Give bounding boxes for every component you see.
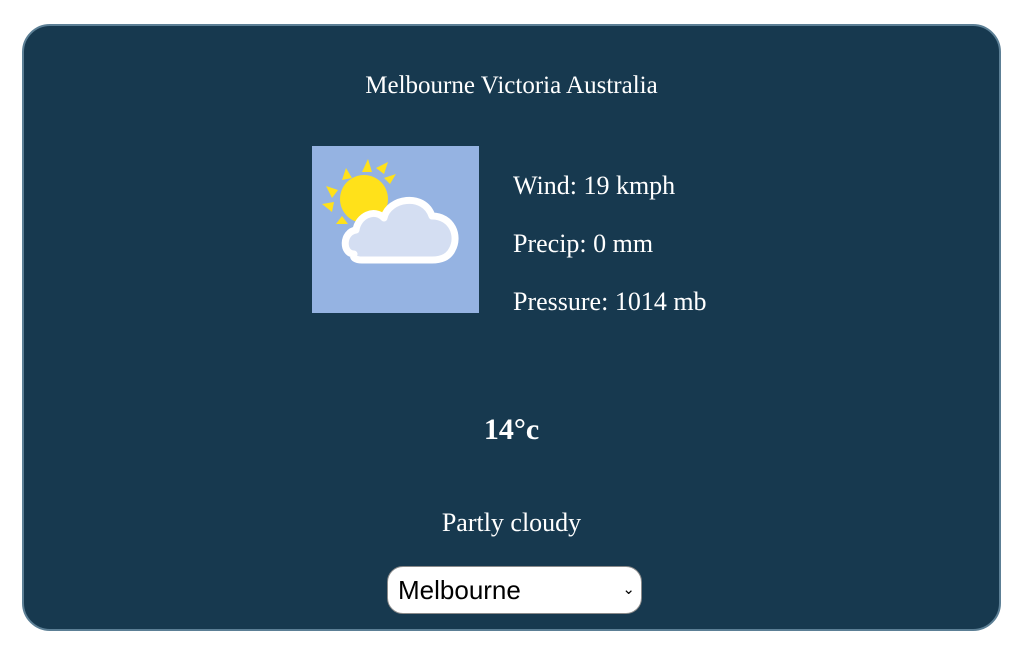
weather-card: Melbourne Victoria Australia Wind: 19 km… [22, 24, 1001, 631]
partly-cloudy-icon [312, 146, 479, 313]
temperature: 14°c [483, 413, 540, 446]
city-select[interactable]: Melbourne ⌄ [387, 566, 642, 614]
location-title: Melbourne Victoria Australia [365, 72, 658, 99]
pressure-stat: Pressure: 1014 mb [513, 287, 707, 316]
precip-stat: Precip: 0 mm [513, 229, 654, 258]
weather-stats: Wind: 19 kmph Precip: 0 mm Pressure: 101… [513, 171, 707, 345]
chevron-down-icon: ⌄ [622, 581, 635, 598]
condition-text: Partly cloudy [441, 508, 582, 537]
wind-stat: Wind: 19 kmph [513, 171, 676, 200]
city-select-value: Melbourne [398, 575, 521, 605]
